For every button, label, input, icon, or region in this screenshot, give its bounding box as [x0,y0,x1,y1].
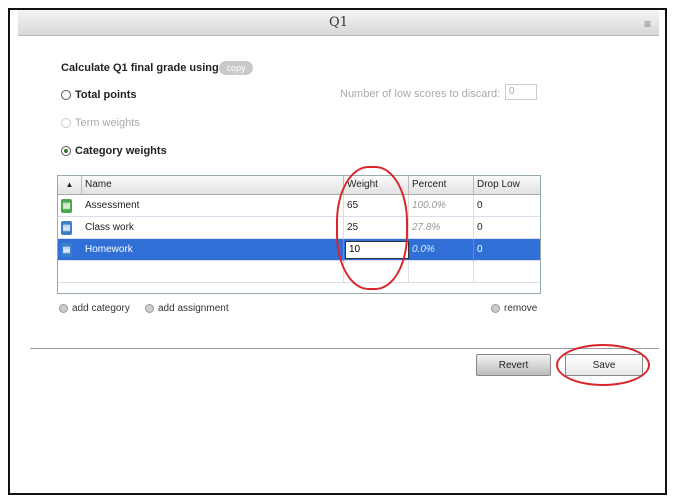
weight-input[interactable]: 10 [345,241,409,259]
row-name: Class work [82,217,344,239]
blue-category-icon: ▤ [61,221,72,235]
row-percent: 0.0% [409,239,474,261]
radio-label: Total points [75,89,137,101]
column-header-percent[interactable]: Percent [409,176,474,194]
add-icon [145,304,154,313]
add-icon [59,304,68,313]
empty-cell [409,261,474,283]
low-scores-input[interactable]: 0 [505,84,537,100]
copy-button[interactable]: copy [219,61,253,75]
table-row-selected[interactable]: ▤ Homework 10 0.0% 0 [58,239,540,261]
remove-icon [491,304,500,313]
add-assignment-button[interactable]: add assignment [145,303,229,314]
table-header: ▲ Name Weight Percent Drop Low [58,176,540,195]
divider [30,348,659,349]
radio-label: Category weights [75,145,167,157]
row-name: Assessment [82,195,344,217]
radio-total-points[interactable]: Total points [61,89,137,101]
column-header-name[interactable]: Name [82,176,344,194]
row-weight[interactable]: 65 [344,195,409,217]
row-drop-low[interactable]: 0 [474,217,540,239]
table-row[interactable]: ▤ Assessment 65 100.0% 0 [58,195,540,217]
column-header-weight[interactable]: Weight [344,176,409,194]
row-drop-low[interactable]: 0 [474,195,540,217]
add-category-button[interactable]: add category [59,303,130,314]
green-category-icon: ▤ [61,199,72,213]
menu-grip-icon[interactable]: ≡ [644,17,651,31]
row-percent: 27.8% [409,217,474,239]
row-percent: 100.0% [409,195,474,217]
save-button[interactable]: Save [565,354,643,376]
sort-arrow-icon[interactable]: ▲ [58,176,82,194]
radio-category-weights[interactable]: Category weights [61,145,167,157]
empty-cell [344,261,409,283]
blue-category-icon: ▤ [61,243,72,257]
radio-icon [61,90,71,100]
remove-button[interactable]: remove [491,303,537,314]
radio-term-weights[interactable]: Term weights [61,117,140,129]
calc-label: Calculate Q1 final grade using: [61,62,223,74]
category-table: ▲ Name Weight Percent Drop Low ▤ Assessm… [57,175,541,294]
low-scores-label: Number of low scores to discard: [340,88,501,100]
radio-icon [61,118,71,128]
row-weight[interactable]: 25 [344,217,409,239]
empty-cell [82,261,344,283]
remove-label: remove [504,303,538,314]
row-drop-low[interactable]: 0 [474,239,540,261]
add-category-label: add category [72,303,130,314]
row-name: Homework [82,239,344,261]
add-assignment-label: add assignment [158,303,229,314]
table-row[interactable]: ▤ Class work 25 27.8% 0 [58,217,540,239]
window-titlebar: Q1 ≡ [18,10,659,36]
radio-selected-icon [61,146,71,156]
column-header-drop-low[interactable]: Drop Low [474,176,540,194]
radio-label: Term weights [75,117,140,129]
window-title: Q1 [329,15,348,30]
table-row-empty [58,261,540,283]
revert-button[interactable]: Revert [476,354,551,376]
